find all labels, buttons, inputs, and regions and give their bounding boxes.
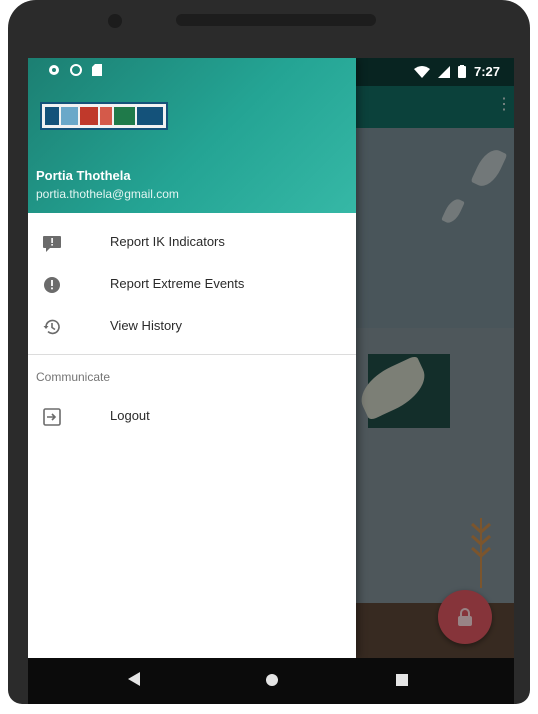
sd-card-icon (92, 64, 102, 76)
report-icon (43, 236, 61, 252)
signal-icon (437, 65, 450, 78)
status-right-group: 7:27 (413, 64, 500, 79)
menu-item-report-ik-indicators[interactable]: Report IK Indicators (28, 222, 356, 264)
battery-icon (457, 65, 466, 78)
alert-circle-icon (44, 277, 60, 293)
user-email: portia.thothela@gmail.com (36, 187, 179, 201)
back-icon[interactable] (128, 672, 140, 686)
recents-icon[interactable] (396, 674, 408, 686)
status-left-group (48, 64, 102, 76)
section-title-communicate: Communicate (36, 370, 111, 384)
menu-item-logout[interactable]: Logout (28, 396, 356, 438)
menu-item-view-history[interactable]: View History (28, 306, 356, 348)
home-icon[interactable] (266, 674, 278, 686)
menu-item-label: View History (110, 318, 183, 333)
circle-icon (70, 64, 82, 76)
menu-item-label: Report Extreme Events (110, 276, 245, 291)
itik-logo (40, 102, 168, 130)
navigation-drawer: Portia Thothela portia.thothela@gmail.co… (28, 58, 356, 658)
status-time: 7:27 (473, 64, 500, 79)
history-icon (43, 319, 60, 335)
wifi-icon (413, 65, 430, 78)
system-nav-bar (28, 658, 514, 704)
settings-icon (49, 65, 59, 75)
logout-icon (43, 408, 61, 426)
menu-item-label: Logout (110, 408, 150, 423)
menu-item-label: Report IK Indicators (110, 234, 225, 249)
drawer-header: Portia Thothela portia.thothela@gmail.co… (28, 58, 356, 213)
screen: ⋮ 7:27 Portia Thothela portia.thothela@g… (28, 58, 514, 658)
user-name: Portia Thothela (36, 168, 131, 183)
menu-divider (28, 354, 356, 355)
menu-item-report-extreme-events[interactable]: Report Extreme Events (28, 264, 356, 306)
front-camera (108, 14, 122, 28)
earpiece-speaker (176, 14, 376, 26)
